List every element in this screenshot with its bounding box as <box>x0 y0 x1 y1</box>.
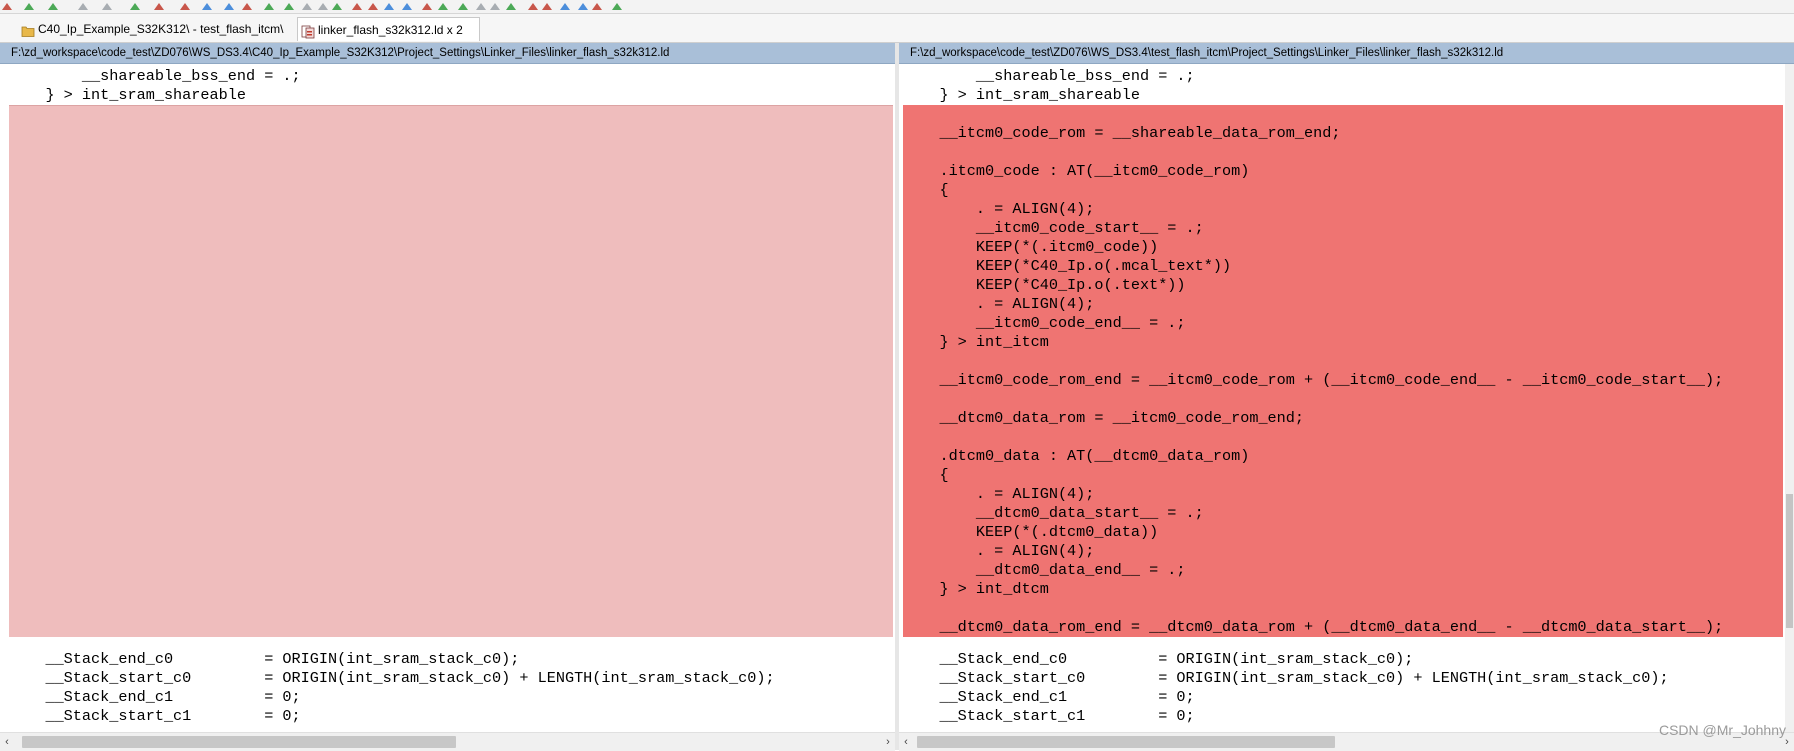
code-line: } > int_sram_shareable <box>9 86 246 104</box>
diff-placeholder-block <box>9 105 893 637</box>
code-line: __dtcm0_data_end__ = .; <box>903 561 1186 579</box>
navigate-up-icon[interactable] <box>436 0 450 12</box>
code-line: __dtcm0_data_rom_end = __dtcm0_data_rom … <box>903 618 1724 636</box>
left-file-path: F:\zd_workspace\code_test\ZD076\WS_DS3.4… <box>0 43 895 64</box>
code-line: . = ALIGN(4); <box>903 295 1095 313</box>
code-line: __itcm0_code_start__ = .; <box>903 219 1204 237</box>
refresh-icon[interactable] <box>382 0 396 12</box>
refresh-icon[interactable] <box>558 0 572 12</box>
code-line: __itcm0_code_rom_end = __itcm0_code_rom … <box>903 371 1724 389</box>
scroll-left-arrow-icon[interactable]: ‹ <box>899 733 913 751</box>
right-vertical-scrollbar[interactable] <box>1785 64 1794 732</box>
code-line: __shareable_bss_end = .; <box>903 67 1195 85</box>
tab-label: linker_flash_s32k312.ld x 2 <box>318 23 463 37</box>
code-line: .dtcm0_data : AT(__dtcm0_data_rom) <box>903 447 1250 465</box>
navigate-up-icon[interactable] <box>22 0 36 12</box>
code-line: __itcm0_code_end__ = .; <box>903 314 1186 332</box>
copy-right-icon[interactable] <box>316 0 330 12</box>
code-line: } > int_sram_shareable <box>903 86 1140 104</box>
code-line: KEEP(*C40_Ip.o(.mcal_text*)) <box>903 257 1232 275</box>
code-line: . = ALIGN(4); <box>903 200 1095 218</box>
navigate-down-icon[interactable] <box>456 0 470 12</box>
code-line: __Stack_start_c0 = ORIGIN(int_sram_stack… <box>903 669 1669 687</box>
merge-icon[interactable] <box>366 0 380 12</box>
scroll-left-arrow-icon[interactable]: ‹ <box>0 733 14 751</box>
copy-left-icon[interactable] <box>300 0 314 12</box>
code-line: } > int_itcm <box>903 333 1049 351</box>
copy-right-icon[interactable] <box>100 0 114 12</box>
options-icon[interactable] <box>576 0 590 12</box>
code-line: KEEP(*(.itcm0_code)) <box>903 238 1159 256</box>
save-icon[interactable] <box>0 0 14 12</box>
save-icon[interactable] <box>420 0 434 12</box>
folder-icon <box>21 22 35 37</box>
code-line: __Stack_start_c1 = 0; <box>903 707 1195 725</box>
options-icon[interactable] <box>222 0 236 12</box>
code-line: KEEP(*C40_Ip.o(.text*)) <box>903 276 1186 294</box>
copy-left-icon[interactable] <box>474 0 488 12</box>
code-line: __Stack_end_c0 = ORIGIN(int_sram_stack_c… <box>9 650 520 668</box>
scroll-right-arrow-icon[interactable]: › <box>881 733 895 751</box>
right-file-path: F:\zd_workspace\code_test\ZD076\WS_DS3.4… <box>899 43 1794 64</box>
code-line: . = ALIGN(4); <box>903 542 1095 560</box>
code-line: . = ALIGN(4); <box>903 485 1095 503</box>
copy-right-icon[interactable] <box>488 0 502 12</box>
code-line: __Stack_end_c1 = 0; <box>9 688 301 706</box>
copy-left-icon[interactable] <box>76 0 90 12</box>
previous-diff-icon[interactable] <box>152 0 166 12</box>
code-line: .itcm0_code : AT(__itcm0_code_rom) <box>903 162 1250 180</box>
left-horizontal-scrollbar[interactable]: ‹ › <box>0 732 895 751</box>
tab-c40-project[interactable]: C40_Ip_Example_S32K312\ - test_flash_itc… <box>18 17 296 41</box>
previous-diff-icon[interactable] <box>526 0 540 12</box>
toolbar <box>0 0 1794 14</box>
code-line: __shareable_bss_end = .; <box>9 67 301 85</box>
tab-label: C40_Ip_Example_S32K312\ - test_flash_itc… <box>38 22 284 36</box>
next-diff-icon[interactable] <box>330 0 344 12</box>
horizontal-scroll-thumb[interactable] <box>917 736 1335 748</box>
next-diff-icon[interactable] <box>504 0 518 12</box>
code-line: __Stack_start_c0 = ORIGIN(int_sram_stack… <box>9 669 775 687</box>
navigate-up-icon[interactable] <box>262 0 276 12</box>
code-line: KEEP(*(.dtcm0_data)) <box>903 523 1159 541</box>
tab-compare-linker[interactable]: linker_flash_s32k312.ld x 2 <box>297 17 480 41</box>
compare-file-icon <box>301 23 315 39</box>
previous-diff-icon[interactable] <box>350 0 364 12</box>
code-line: { <box>903 466 949 484</box>
options-icon[interactable] <box>400 0 414 12</box>
tab-bar: C40_Ip_Example_S32K312\ - test_flash_itc… <box>0 14 1794 43</box>
save-icon[interactable] <box>240 0 254 12</box>
code-line: __itcm0_code_rom = __shareable_data_rom_… <box>903 124 1341 142</box>
code-line: __dtcm0_data_start__ = .; <box>903 504 1204 522</box>
code-line: __Stack_start_c1 = 0; <box>9 707 301 725</box>
left-editor-pane[interactable]: __shareable_bss_end = .; } > int_sram_sh… <box>9 64 893 732</box>
next-diff-icon[interactable] <box>128 0 142 12</box>
save-icon[interactable] <box>590 0 604 12</box>
navigate-down-icon[interactable] <box>282 0 296 12</box>
code-line: __Stack_end_c0 = ORIGIN(int_sram_stack_c… <box>903 650 1414 668</box>
code-line: { <box>903 181 949 199</box>
watermark: CSDN @Mr_Johhny <box>1658 722 1786 738</box>
code-line: __dtcm0_data_rom = __itcm0_code_rom_end; <box>903 409 1305 427</box>
merge-icon[interactable] <box>540 0 554 12</box>
vertical-scroll-thumb[interactable] <box>1786 494 1793 628</box>
pane-divider[interactable] <box>895 43 899 750</box>
right-editor-pane[interactable]: __shareable_bss_end = .; } > int_sram_sh… <box>903 64 1789 732</box>
navigate-down-icon[interactable] <box>46 0 60 12</box>
merge-icon[interactable] <box>178 0 192 12</box>
code-line: __Stack_end_c1 = 0; <box>903 688 1195 706</box>
refresh-icon[interactable] <box>200 0 214 12</box>
code-line: } > int_dtcm <box>903 580 1049 598</box>
horizontal-scroll-thumb[interactable] <box>22 736 456 748</box>
navigate-up-icon[interactable] <box>610 0 624 12</box>
